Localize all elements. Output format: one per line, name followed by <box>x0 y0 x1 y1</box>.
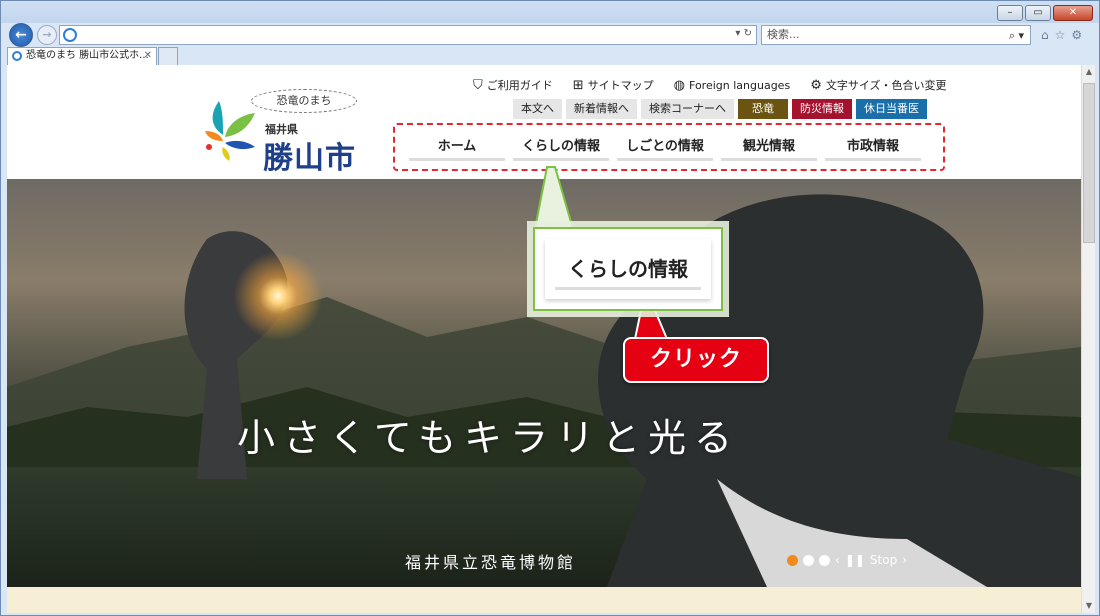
settings-icon: ⚙ <box>810 77 822 93</box>
stop-label[interactable]: Stop <box>870 553 897 567</box>
tools-gear-icon[interactable]: ⚙ <box>1071 28 1082 42</box>
tab-title: 恐竜のまち 勝山市公式ホ... <box>26 50 149 61</box>
globe-icon: ◍ <box>673 77 686 93</box>
dinosaur-button[interactable]: 恐竜 <box>738 99 788 119</box>
nav-work[interactable]: しごとの情報 <box>617 137 713 161</box>
sitemap-link-label: サイトマップ <box>587 79 654 92</box>
utility-links: ⛉ ご利用ガイド ⊞ サイトマップ ◍ Foreign languages ⚙ 文字サイ… <box>473 77 947 93</box>
click-callout: クリック <box>623 337 769 383</box>
minimize-button[interactable]: – <box>997 5 1023 21</box>
sitemap-icon: ⊞ <box>572 77 584 93</box>
logo-tagline: 恐竜のまち <box>251 89 357 113</box>
content-top-band <box>7 587 1081 613</box>
title-bar: – ▭ ✕ <box>1 1 1099 23</box>
maximize-button[interactable]: ▭ <box>1025 5 1051 21</box>
shield-icon: ⛉ <box>473 77 483 93</box>
logo-city: 勝山市 <box>263 141 356 176</box>
favorites-star-icon[interactable]: ☆ <box>1055 28 1066 42</box>
holiday-doctor-button[interactable]: 休日当番医 <box>856 99 927 119</box>
vertical-scrollbar[interactable]: ▲ ▼ <box>1081 65 1095 613</box>
pause-icon[interactable]: ❚❚ <box>845 553 865 567</box>
hero-tagline: 小さくてもキラリと光る <box>237 416 740 460</box>
carousel-dot-1[interactable] <box>787 554 798 566</box>
search-placeholder: 検索... <box>767 28 800 41</box>
scroll-down-icon[interactable]: ▼ <box>1082 599 1096 613</box>
site-logo[interactable]: 恐竜のまち 福井県 勝山市 <box>203 89 363 176</box>
leaf-logo-icon <box>205 101 255 161</box>
ie-icon <box>63 28 77 42</box>
carousel-dot-2[interactable] <box>803 554 814 566</box>
search-input[interactable]: 検索... ⌕ ▾ <box>761 25 1031 45</box>
quick-buttons: 本文へ 新着情報へ 検索コーナーへ 恐竜 防災情報 休日当番医 <box>513 99 927 119</box>
carousel-dot-3[interactable] <box>819 554 830 566</box>
guide-link[interactable]: ⛉ ご利用ガイド <box>473 77 553 93</box>
home-icon[interactable]: ⌂ <box>1041 28 1049 42</box>
nav-tourism[interactable]: 観光情報 <box>721 137 817 161</box>
global-nav-highlight: ホーム くらしの情報 しごとの情報 観光情報 市政情報 <box>393 123 945 171</box>
close-window-button[interactable]: ✕ <box>1053 5 1093 21</box>
ie-icon <box>12 51 22 61</box>
tab-bar: 恐竜のまち 勝山市公式ホ... ✕ <box>1 47 1099 65</box>
text-size-label: 文字サイズ・色合い変更 <box>825 79 947 92</box>
news-button[interactable]: 新着情報へ <box>566 99 637 119</box>
search-icon[interactable]: ⌕ ▾ <box>1009 27 1024 45</box>
prev-icon[interactable]: ‹ <box>835 553 840 567</box>
browser-window: – ▭ ✕ ← → ▾ ↻ 検索... ⌕ ▾ ⌂ ☆ ⚙ 恐竜のまち 勝山市公… <box>0 0 1100 616</box>
back-button[interactable]: ← <box>9 23 33 47</box>
nav-living[interactable]: くらしの情報 <box>513 137 609 161</box>
nav-home[interactable]: ホーム <box>409 137 505 161</box>
new-tab-button[interactable] <box>158 47 178 65</box>
foreign-languages-link[interactable]: ◍ Foreign languages <box>674 77 791 93</box>
close-tab-icon[interactable]: ✕ <box>144 48 152 64</box>
browser-toolbar: ← → ▾ ↻ 検索... ⌕ ▾ ⌂ ☆ ⚙ <box>1 23 1099 47</box>
search-corner-button[interactable]: 検索コーナーへ <box>641 99 734 119</box>
browser-tab[interactable]: 恐竜のまち 勝山市公式ホ... ✕ <box>7 47 157 65</box>
refresh-icon[interactable]: ▾ ↻ <box>735 28 752 39</box>
page-viewport: 恐竜のまち 福井県 勝山市 ⛉ ご利用ガイド ⊞ サイトマップ ◍ Foreign l… <box>7 65 1081 613</box>
scroll-thumb[interactable] <box>1083 83 1095 243</box>
carousel-controls: ‹ ❚❚ Stop › <box>787 553 907 567</box>
forward-button[interactable]: → <box>37 25 57 45</box>
scroll-up-icon[interactable]: ▲ <box>1082 65 1096 79</box>
skip-to-content-button[interactable]: 本文へ <box>513 99 562 119</box>
address-bar[interactable]: ▾ ↻ <box>59 25 757 45</box>
guide-link-label: ご利用ガイド <box>486 79 553 92</box>
sun-flare <box>233 251 323 341</box>
nav-city-govt[interactable]: 市政情報 <box>825 137 921 161</box>
zoom-callout: くらしの情報 <box>533 227 723 311</box>
sitemap-link[interactable]: ⊞ サイトマップ <box>573 77 654 93</box>
zoom-underline <box>555 287 701 290</box>
disaster-info-button[interactable]: 防災情報 <box>792 99 852 119</box>
hero-caption: 福井県立恐竜博物館 <box>405 553 577 572</box>
next-icon[interactable]: › <box>902 553 907 567</box>
zoom-callout-label: くらしの情報 <box>568 257 688 281</box>
text-size-link[interactable]: ⚙ 文字サイズ・色合い変更 <box>810 77 946 93</box>
foreign-languages-label: Foreign languages <box>689 78 791 92</box>
